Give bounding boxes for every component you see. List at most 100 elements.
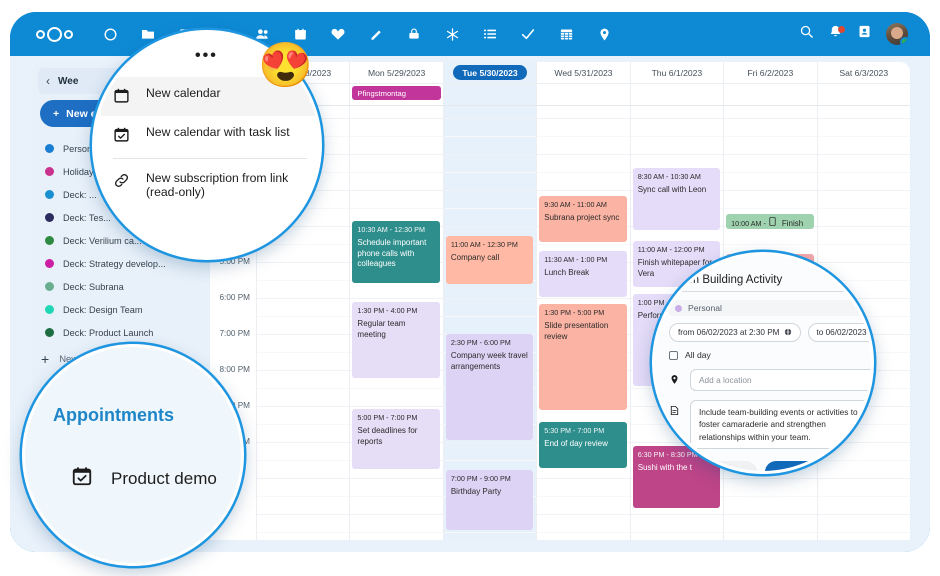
day-header-6[interactable]: Sat 6/3/2023: [816, 62, 910, 83]
hour-gridline: [630, 514, 724, 515]
day-header-5[interactable]: Fri 6/2/2023: [723, 62, 816, 83]
all-day-cell-5[interactable]: [723, 84, 816, 105]
calendar-event[interactable]: 7:00 PM - 9:00 PM Birthday Party: [445, 470, 534, 530]
collectives-icon[interactable]: [433, 17, 471, 51]
hour-gridline: [350, 154, 443, 155]
event-location-input[interactable]: Add a location: [690, 369, 871, 391]
globe-icon[interactable]: [784, 328, 792, 338]
calendar-check-icon: [113, 125, 130, 146]
dashboard-icon[interactable]: [91, 17, 129, 51]
nextcloud-logo-icon[interactable]: [36, 26, 73, 42]
hour-gridline: [817, 118, 910, 119]
hour-gridline: [724, 514, 817, 515]
half-hour-gridline: [257, 532, 350, 533]
event-calendar-select[interactable]: Personal: [669, 300, 869, 316]
check-icon[interactable]: [509, 17, 547, 51]
calendar-event[interactable]: 1:30 PM - 5:00 PM Slide presentation revi…: [539, 304, 627, 410]
hour-gridline: [537, 514, 630, 515]
calendar-event[interactable]: 8:30 AM - 10:30 AM Sync call with Leon: [632, 168, 721, 230]
event-description-input[interactable]: Include team-building events or activiti…: [690, 400, 871, 450]
back-chevron-icon[interactable]: ‹: [46, 74, 50, 88]
calendar-event[interactable]: 11:00 AM - 12:30 PM Company call: [445, 236, 534, 284]
calendar-event[interactable]: 10:00 AM -Finish building: [726, 214, 814, 229]
half-hour-gridline: [817, 496, 910, 497]
pencil-icon[interactable]: [357, 17, 395, 51]
calendar-event[interactable]: 11:30 AM - 1:00 PM Lunch Break: [539, 251, 627, 297]
menu-item-new-calendar-with-task-list[interactable]: New calendar with task list: [101, 116, 319, 155]
hour-gridline: [817, 154, 910, 155]
calendar-list-item[interactable]: Deck: Design Team: [36, 298, 206, 321]
event-title-label: Birthday Party: [450, 486, 502, 496]
hour-gridline: [817, 514, 910, 515]
event-end-date[interactable]: to 06/02/2023 at 5:00 PM: [807, 323, 871, 342]
day-header-4[interactable]: Thu 6/1/2023: [629, 62, 723, 83]
tables-icon[interactable]: [547, 17, 585, 51]
day-column-2[interactable]: 11:00 AM - 12:30 PM Company call 2:30 PM -…: [442, 106, 537, 540]
calendar-event[interactable]: 1:30 PM - 4:00 PM Regular team meeting: [352, 302, 440, 378]
hour-gridline: [257, 298, 350, 299]
user-avatar[interactable]: [886, 23, 908, 45]
hour-gridline: [817, 478, 910, 479]
half-hour-gridline: [350, 532, 443, 533]
half-hour-gridline: [257, 280, 350, 281]
hour-gridline: [443, 442, 537, 443]
notifications-icon[interactable]: [828, 24, 845, 44]
calendar-event[interactable]: 10:30 AM - 12:30 PM Schedule important ph…: [352, 221, 440, 283]
all-day-event-label: Pfingstmontag: [357, 88, 406, 98]
hour-gridline: [257, 370, 350, 371]
menu-item-new-subscription[interactable]: New subscription from link (read-only): [101, 162, 319, 208]
menu-item-label: New subscription from link (read-only): [146, 171, 289, 199]
calendar-event[interactable]: 2:30 PM - 6:00 PM Company week travel arr…: [445, 334, 534, 440]
calendar-color-dot: [675, 304, 682, 312]
heart-icon[interactable]: [319, 17, 357, 51]
calendar-event[interactable]: 5:30 PM - 7:00 PM End of day review: [539, 422, 627, 468]
half-hour-gridline: [537, 496, 630, 497]
calendar-check-icon: [71, 465, 93, 492]
half-hour-gridline: [257, 496, 350, 497]
calendar-list-item[interactable]: Deck: Product Launch: [36, 321, 206, 344]
all-day-event[interactable]: Pfingstmontag: [352, 86, 441, 100]
calendar-list-item[interactable]: Deck: Subrana: [36, 275, 206, 298]
contacts-menu-icon[interactable]: [857, 24, 872, 44]
all-day-cell-2[interactable]: [442, 84, 537, 105]
half-hour-gridline: [257, 388, 350, 389]
calendar-color-dot: [45, 328, 54, 337]
event-title-input[interactable]: Team Building Activity: [669, 271, 871, 292]
half-hour-gridline: [443, 316, 537, 317]
half-hour-gridline: [350, 136, 443, 137]
day-header-3[interactable]: Wed 5/31/2023: [536, 62, 629, 83]
calendar-event[interactable]: 9:30 AM - 11:00 AM Subrana project sync: [539, 196, 627, 242]
half-hour-gridline: [537, 172, 630, 173]
day-column-1[interactable]: 10:30 AM - 12:30 PM Schedule important ph…: [349, 106, 443, 540]
calendar-event[interactable]: 5:00 PM - 7:00 PM Set deadlines for repor…: [352, 409, 440, 469]
calendar-color-dot: [45, 305, 54, 314]
hour-gridline: [443, 118, 537, 119]
map-pin-icon: [669, 369, 680, 387]
all-day-cell-4[interactable]: [629, 84, 723, 105]
day-header-2[interactable]: Tue 5/30/2023: [442, 62, 537, 83]
password-icon[interactable]: [395, 17, 433, 51]
hour-gridline: [257, 406, 350, 407]
maps-icon[interactable]: [585, 17, 623, 51]
appointment-item-product-demo[interactable]: Product demo: [71, 465, 217, 492]
hour-gridline: [817, 262, 910, 263]
hour-gridline: [443, 298, 537, 299]
all-day-checkbox[interactable]: [669, 350, 678, 360]
list-icon[interactable]: [471, 17, 509, 51]
all-day-cell-6[interactable]: [816, 84, 910, 105]
all-day-cell-1[interactable]: Pfingstmontag: [349, 84, 442, 105]
day-header-label: Wed 5/31/2023: [554, 67, 613, 78]
event-calendar-label: Personal: [688, 303, 722, 313]
hour-gridline: [443, 226, 537, 227]
hour-gridline: [350, 298, 443, 299]
event-start-date[interactable]: from 06/02/2023 at 2:30 PM: [669, 323, 801, 342]
half-hour-gridline: [724, 532, 817, 533]
plus-icon: +: [41, 351, 50, 367]
event-time-label: 2:30 PM - 6:00 PM: [450, 338, 511, 347]
day-column-3[interactable]: 9:30 AM - 11:00 AM Subrana project sync 11…: [536, 106, 630, 540]
day-header-1[interactable]: Mon 5/29/2023: [349, 62, 442, 83]
all-day-checkbox-row[interactable]: All day: [669, 350, 871, 360]
hour-gridline: [817, 226, 910, 227]
search-icon[interactable]: [799, 24, 814, 44]
all-day-cell-3[interactable]: [536, 84, 629, 105]
